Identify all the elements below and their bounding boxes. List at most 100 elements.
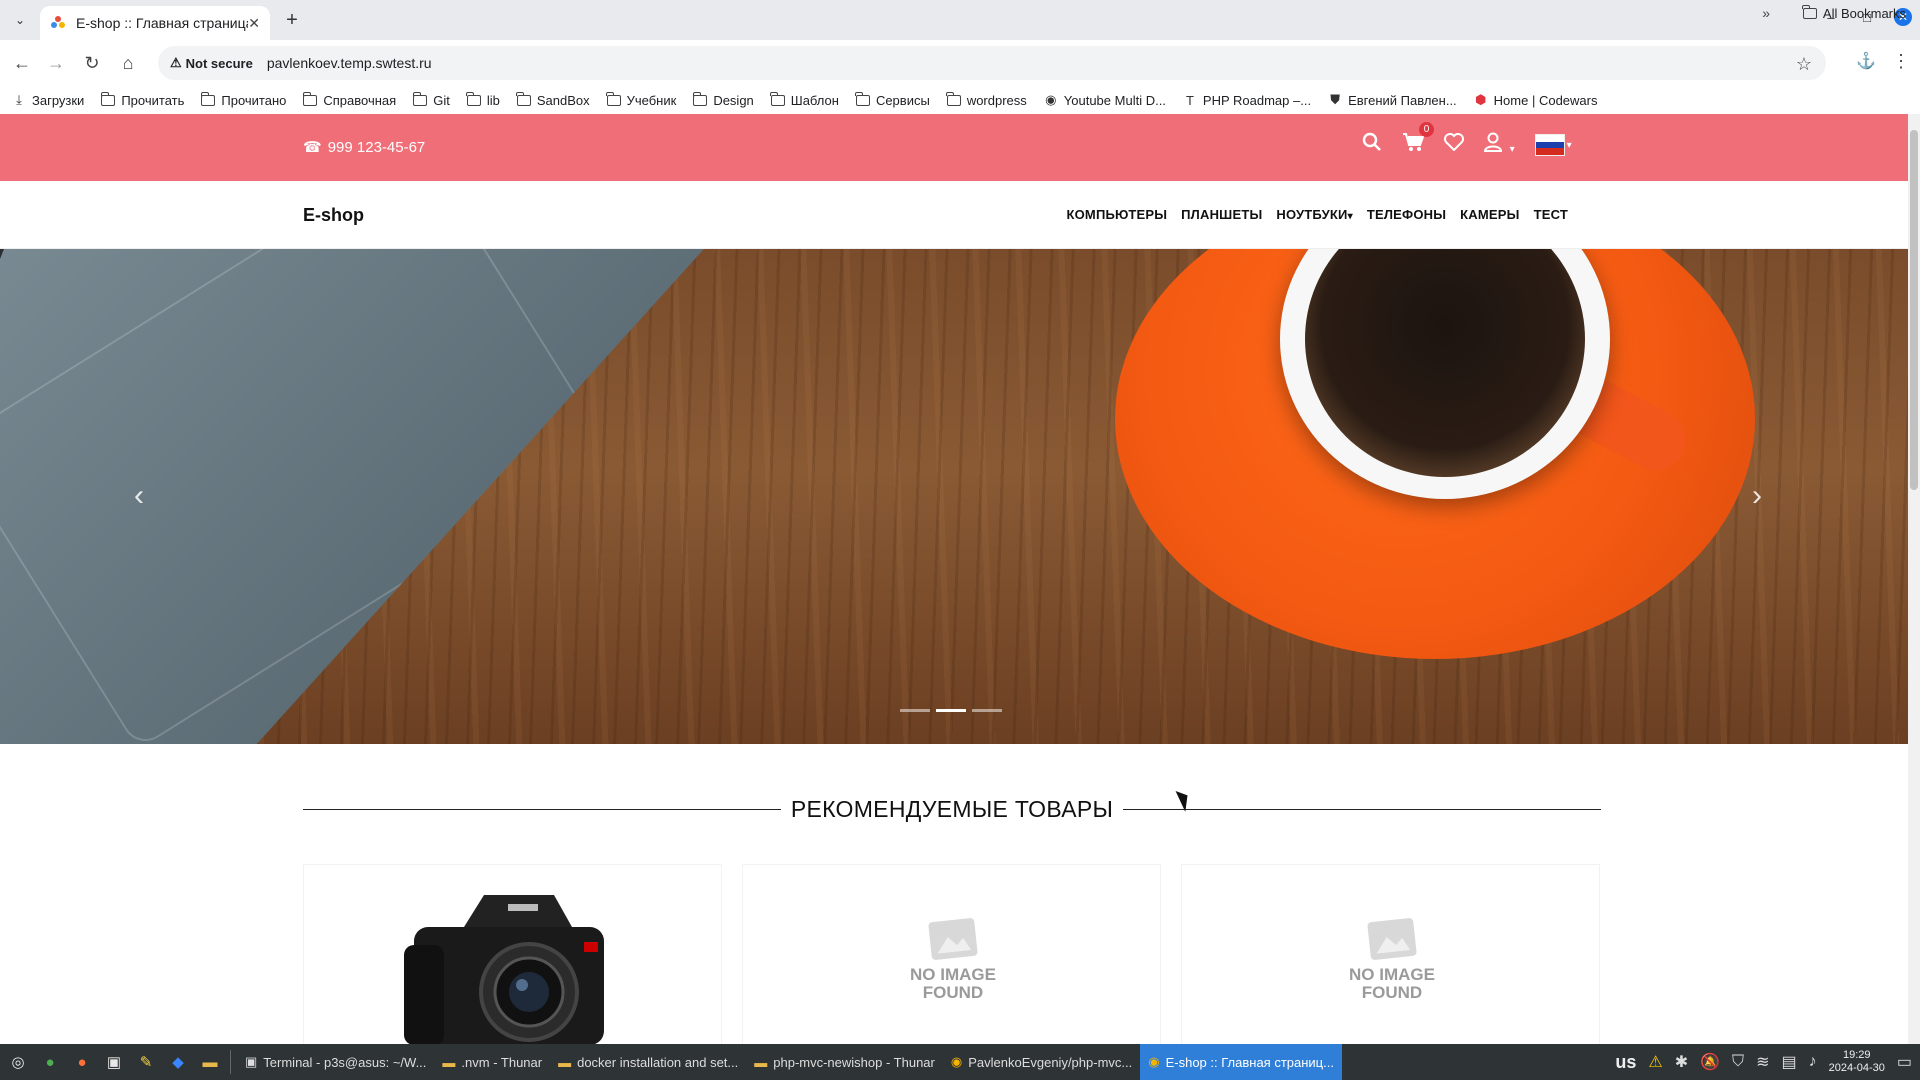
bookmark-label: PHP Roadmap –...	[1202, 92, 1312, 108]
taskbar-task[interactable]: ◉ E-shop :: Главная страниц...	[1140, 1044, 1342, 1080]
product-card[interactable]: NO IMAGE FOUND	[1181, 864, 1600, 1044]
forward-icon[interactable]: →	[44, 51, 68, 75]
bookmark-item[interactable]: SandBox	[516, 91, 590, 108]
shield-icon[interactable]: ⛉	[1732, 1053, 1744, 1071]
folder-icon	[770, 91, 785, 106]
carousel-indicator[interactable]	[972, 709, 1002, 712]
active-tab[interactable]: E-shop :: Главная страница ✕	[40, 6, 270, 40]
scrollbar-thumb[interactable]	[1910, 130, 1918, 490]
bookmark-item[interactable]: T PHP Roadmap –...	[1183, 93, 1311, 108]
topbar-actions: 0 ▾ ▾	[1362, 122, 1572, 158]
bookmark-item[interactable]: Сервисы	[855, 91, 930, 108]
cart-icon[interactable]: 0	[1402, 122, 1434, 158]
clipboard-icon[interactable]: ▤	[1781, 1052, 1796, 1072]
app-menu-icon[interactable]: ◎	[4, 1048, 32, 1076]
page-scrollbar[interactable]	[1908, 114, 1920, 1044]
bookmark-item[interactable]: Прочитано	[200, 91, 287, 108]
no-image-text-line1: NO IMAGE	[1349, 965, 1435, 984]
wishlist-heart-icon[interactable]	[1444, 133, 1464, 157]
no-image-text-line2: FOUND	[922, 983, 984, 1002]
taskbar-task[interactable]: ▬ php-mvc-newishop - Thunar	[746, 1044, 943, 1080]
hero-carousel[interactable]: ‹ ›	[0, 249, 1908, 744]
user-account-icon[interactable]: ▾	[1483, 132, 1515, 158]
bookmark-item[interactable]: lib	[466, 91, 500, 108]
update-warning-icon[interactable]: ⚠	[1648, 1052, 1662, 1072]
taskbar-task[interactable]: ▬ .nvm - Thunar	[434, 1044, 550, 1080]
bookmark-item[interactable]: Учебник	[606, 91, 676, 108]
carousel-prev-icon[interactable]: ‹	[134, 479, 144, 513]
editor-launcher-icon[interactable]: ✎	[132, 1048, 160, 1076]
menu-item[interactable]: ПЛАНШЕТЫ	[1181, 207, 1262, 222]
bookmark-item[interactable]: Design	[692, 91, 754, 108]
bookmark-item[interactable]: Прочитать	[100, 91, 184, 108]
menu-item[interactable]: ТЕСТ	[1534, 207, 1568, 222]
shield-icon: ⛊	[1330, 92, 1340, 107]
bookmarks-overflow-icon[interactable]: »	[1762, 5, 1770, 21]
bookmark-item[interactable]: Шаблон	[770, 91, 839, 108]
product-card[interactable]	[303, 864, 722, 1044]
section-title: РЕКОМЕНДУЕМЫЕ ТОВАРЫ	[790, 795, 1114, 822]
menu-item[interactable]: КАМЕРЫ	[1460, 207, 1519, 222]
product-card[interactable]: NO IMAGE FOUND	[742, 864, 1161, 1044]
carousel-next-icon[interactable]: ›	[1752, 479, 1762, 513]
bookmark-item[interactable]: Git	[412, 91, 450, 108]
cart-count-badge: 0	[1419, 122, 1434, 137]
menu-item[interactable]: КОМПЬЮТЕРЫ	[1066, 207, 1167, 222]
bookmark-label: Home | Codewars	[1493, 92, 1598, 108]
product-camera-image[interactable]	[404, 887, 614, 1044]
clock[interactable]: 19:29 2024-04-30	[1829, 1049, 1885, 1075]
files-launcher-icon[interactable]: ▬	[196, 1048, 224, 1076]
back-icon[interactable]: ←	[10, 51, 34, 75]
no-image-placeholder: NO IMAGE FOUND	[1342, 917, 1442, 1002]
keyboard-layout[interactable]: us	[1615, 1052, 1636, 1073]
terminal-launcher-icon[interactable]: ▣	[100, 1048, 128, 1076]
carousel-indicator[interactable]	[900, 709, 930, 712]
firefox-launcher-icon[interactable]: ●	[68, 1048, 96, 1076]
wifi-icon[interactable]: ≋	[1756, 1052, 1769, 1072]
bookmark-star-icon[interactable]: ☆	[1796, 54, 1812, 75]
chrome-icon: ◉	[1148, 1054, 1160, 1069]
russian-flag-icon	[1534, 134, 1565, 156]
bookmark-item[interactable]: ⤓ Загрузки	[12, 92, 84, 108]
folder-icon	[692, 91, 708, 106]
taskbar-task[interactable]: ◉ PavlenkoEvgeniy/php-mvc...	[943, 1044, 1140, 1080]
vscode-launcher-icon[interactable]: ◆	[164, 1048, 192, 1076]
address-bar[interactable]: ⚠ Not secure pavlenkoev.temp.swtest.ru ☆	[158, 46, 1826, 80]
tab-close-icon[interactable]: ✕	[248, 15, 260, 32]
carousel-indicator[interactable]	[936, 709, 966, 712]
task-label: PavlenkoEvgeniy/php-mvc...	[968, 1054, 1133, 1070]
menu-item-label: КОМПЬЮТЕРЫ	[1066, 207, 1168, 222]
tab-search-button[interactable]: ⌄	[8, 8, 32, 32]
show-desktop-icon[interactable]: ▭	[1897, 1052, 1912, 1072]
chevron-down-icon: ▾	[1509, 144, 1515, 155]
folder-icon	[412, 91, 428, 106]
tab-strip: ⌄ E-shop :: Главная страница ✕ + – □ ✕	[0, 0, 1920, 40]
bookmark-item[interactable]: ⛊ Евгений Павлен...	[1328, 92, 1456, 108]
bookmark-item[interactable]: wordpress	[946, 91, 1027, 108]
bookmark-item[interactable]: ◉ Youtube Multi D...	[1044, 92, 1166, 108]
site-logo[interactable]: E-shop	[303, 205, 364, 226]
language-switcher[interactable]: ▾	[1534, 134, 1572, 156]
security-indicator[interactable]: ⚠ Not secure	[170, 55, 253, 71]
bookmark-item[interactable]: ⬢ Home | Codewars	[1474, 92, 1598, 108]
home-icon[interactable]: ⌂	[116, 51, 140, 75]
menu-item-label: ТЕСТ	[1533, 207, 1568, 222]
menu-item[interactable]: ТЕЛЕФОНЫ	[1367, 207, 1446, 222]
extension-anchor-icon[interactable]: ⚓	[1856, 51, 1876, 71]
chrome-launcher-icon[interactable]: ●	[36, 1048, 64, 1076]
bookmark-label: Прочитано	[221, 92, 287, 108]
all-bookmarks-button[interactable]: All Bookmarks	[1802, 5, 1906, 21]
notifications-muted-icon[interactable]: 🔕	[1700, 1052, 1720, 1072]
url-text[interactable]: pavlenkoev.temp.swtest.ru	[267, 55, 432, 71]
browser-menu-icon[interactable]: ⋮	[1892, 51, 1910, 72]
taskbar-task[interactable]: ▣ Terminal - p3s@asus: ~/W...	[237, 1044, 434, 1080]
search-icon[interactable]	[1362, 132, 1382, 158]
taskbar-task[interactable]: ▬ docker installation and set...	[550, 1044, 746, 1080]
bookmark-item[interactable]: Справочная	[302, 91, 396, 108]
volume-icon[interactable]: ♪	[1809, 1053, 1817, 1071]
new-tab-button[interactable]: +	[280, 8, 304, 32]
menu-item[interactable]: НОУТБУКИ▾	[1276, 207, 1352, 222]
reload-icon[interactable]: ↻	[80, 51, 104, 75]
menu-item-label: ТЕЛЕФОНЫ	[1366, 207, 1447, 222]
bluetooth-icon[interactable]: ✱	[1675, 1052, 1688, 1072]
